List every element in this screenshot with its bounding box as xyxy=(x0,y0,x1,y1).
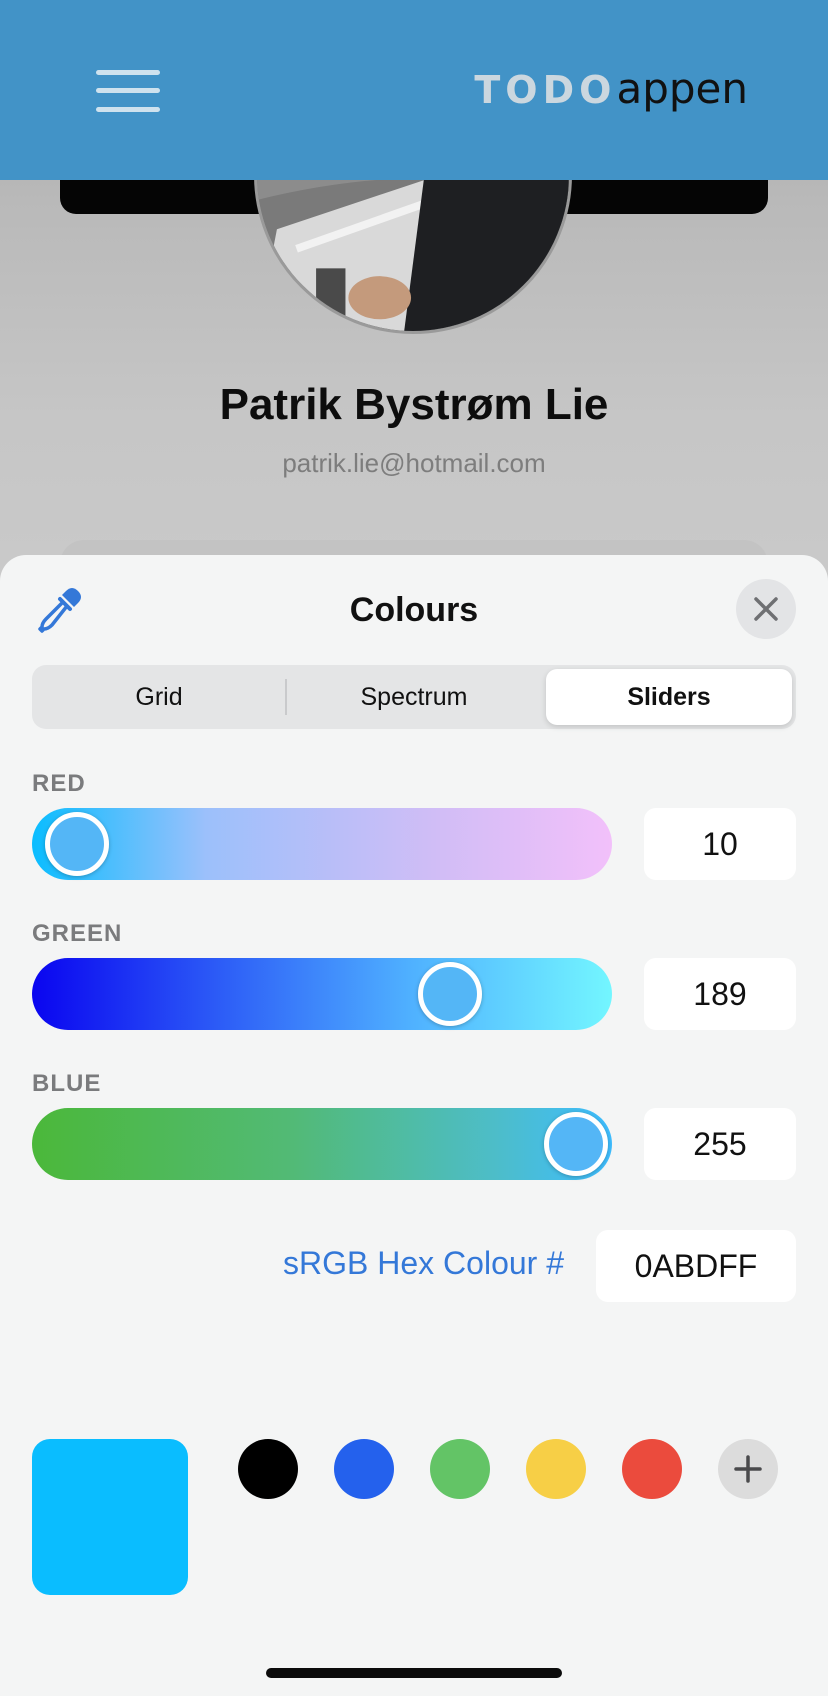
preset-black[interactable] xyxy=(238,1439,298,1499)
profile-name: Patrik Bystrøm Lie xyxy=(219,380,609,429)
green-slider-thumb[interactable] xyxy=(417,962,482,1026)
plus-icon xyxy=(734,1455,762,1483)
red-label: RED xyxy=(32,770,86,797)
sheet-title: Colours xyxy=(349,591,479,629)
red-value-field[interactable]: 10 xyxy=(644,808,796,880)
green-value-field[interactable]: 189 xyxy=(644,958,796,1030)
tab-grid[interactable]: Grid xyxy=(32,665,286,729)
menu-icon[interactable] xyxy=(96,68,160,114)
preset-red[interactable] xyxy=(622,1439,682,1499)
blue-label: BLUE xyxy=(32,1070,102,1097)
colour-picker-sheet: Colours Grid Spectrum Sliders RED 10 GRE… xyxy=(0,555,828,1696)
app-header: TODO appen xyxy=(0,0,828,180)
logo-bold-text: TODO xyxy=(474,68,617,112)
app-logo: TODO appen xyxy=(474,64,748,114)
tab-spectrum[interactable]: Spectrum xyxy=(287,665,541,729)
hex-input[interactable]: 0ABDFF xyxy=(596,1230,796,1302)
profile-email: patrik.lie@hotmail.com xyxy=(282,448,546,478)
close-icon xyxy=(754,597,778,621)
logo-light-text: appen xyxy=(616,64,748,113)
preset-green[interactable] xyxy=(430,1439,490,1499)
home-indicator xyxy=(266,1668,562,1678)
preset-blue[interactable] xyxy=(334,1439,394,1499)
blue-value-field[interactable]: 255 xyxy=(644,1108,796,1180)
red-slider-thumb[interactable] xyxy=(45,812,110,876)
tab-sliders[interactable]: Sliders xyxy=(546,669,792,725)
close-button[interactable] xyxy=(736,579,796,639)
add-preset-button[interactable] xyxy=(718,1439,778,1499)
preset-yellow[interactable] xyxy=(526,1439,586,1499)
hex-label: sRGB Hex Colour # xyxy=(283,1245,564,1281)
green-label: GREEN xyxy=(32,920,123,947)
blue-slider-thumb[interactable] xyxy=(544,1112,608,1176)
blue-slider[interactable] xyxy=(32,1108,612,1180)
current-colour-swatch[interactable] xyxy=(32,1439,188,1595)
green-slider[interactable] xyxy=(32,958,612,1030)
red-slider[interactable] xyxy=(32,808,612,880)
mode-segmented-control: Grid Spectrum Sliders xyxy=(32,665,796,729)
